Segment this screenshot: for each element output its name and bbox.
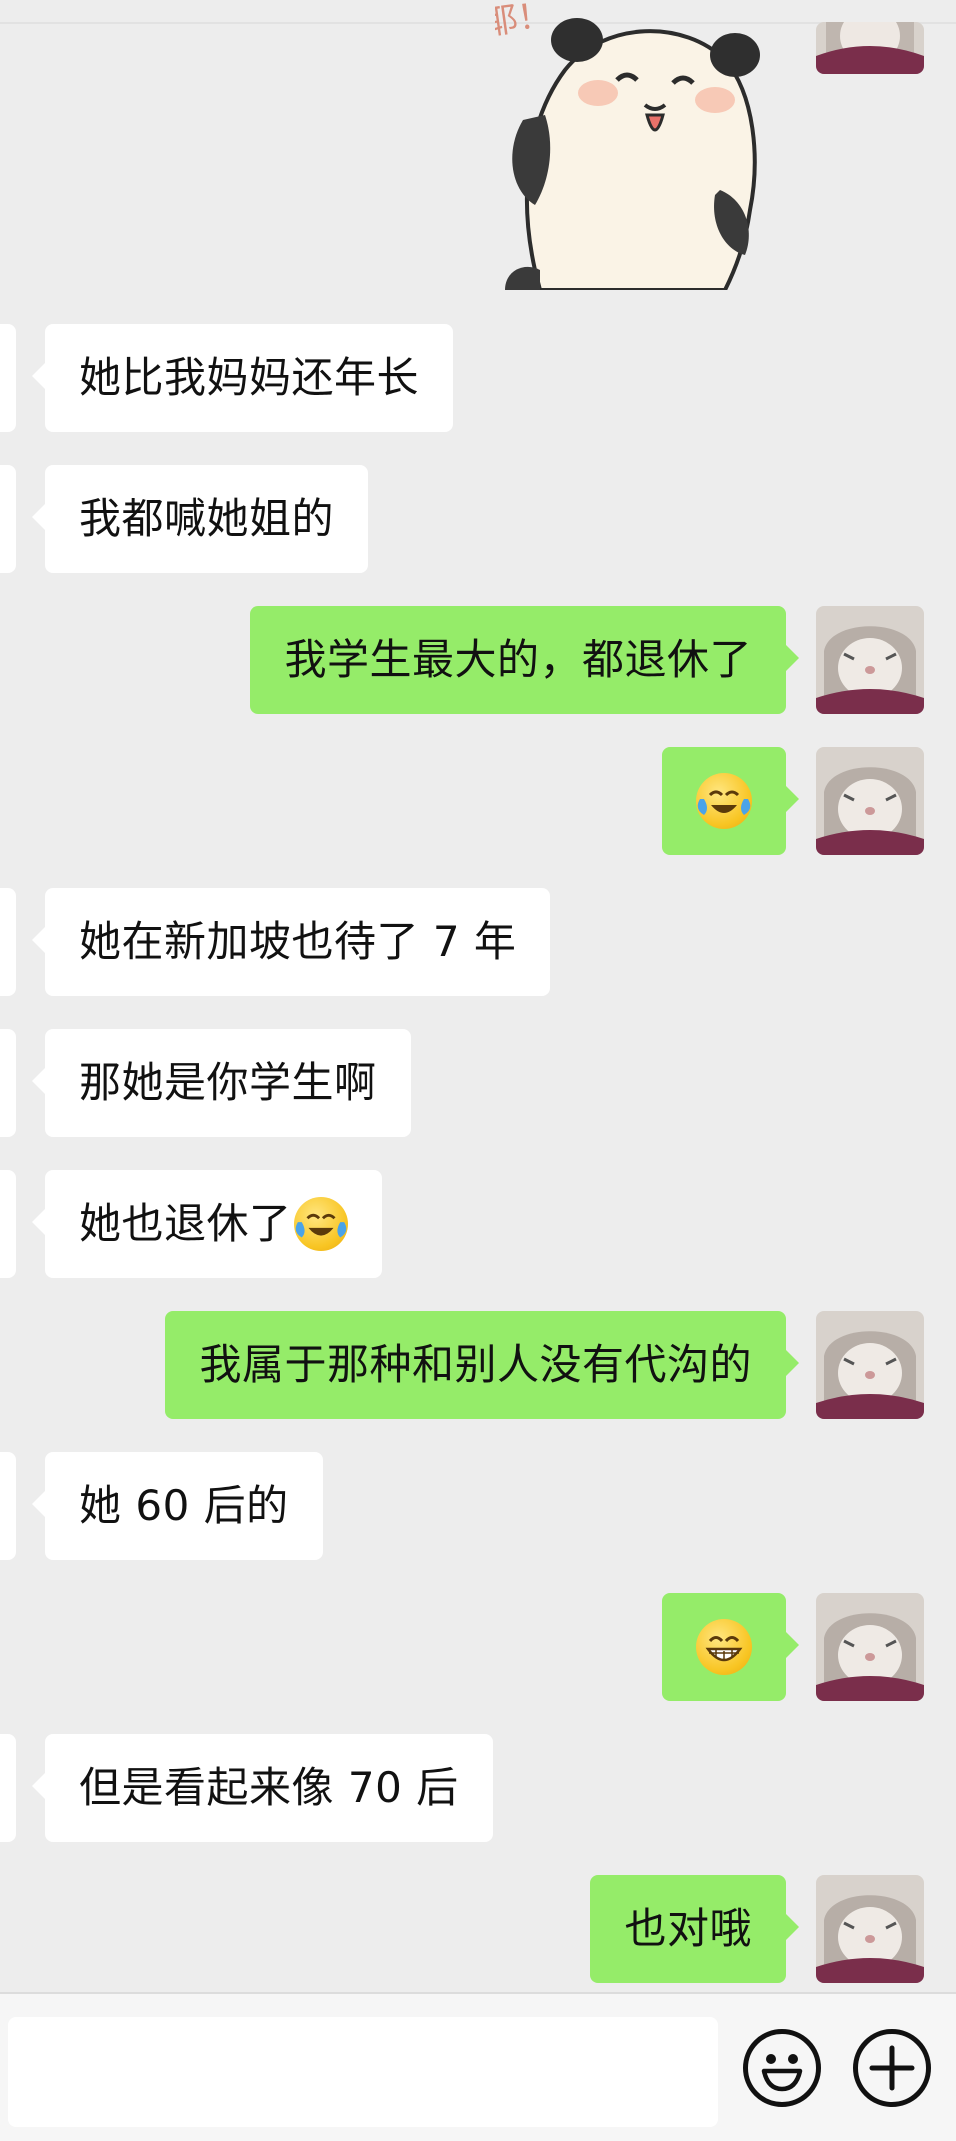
smiley-face-icon — [761, 2054, 803, 2092]
my-avatar[interactable] — [816, 22, 924, 74]
cat-avatar-icon — [816, 1593, 924, 1701]
cat-avatar-icon — [816, 1875, 924, 1983]
grinning-emoji-icon — [696, 1618, 752, 1675]
more-button[interactable] — [853, 2029, 931, 2107]
my-avatar[interactable] — [816, 1311, 924, 1419]
top-divider — [0, 22, 956, 24]
contact-avatar[interactable] — [0, 324, 16, 432]
message-input[interactable] — [8, 2017, 718, 2127]
incoming-message-bubble[interactable]: 她也退休了 — [32, 1170, 382, 1278]
outgoing-emoji-bubble[interactable] — [662, 1593, 799, 1701]
outgoing-message-bubble[interactable]: 我学生最大的，都退休了 — [250, 606, 799, 714]
plus-circle-icon — [869, 2045, 915, 2091]
sticker-text: 耶！ — [495, 0, 554, 44]
incoming-message-bubble[interactable]: 但是看起来像 70 后 — [32, 1734, 493, 1842]
cat-avatar-icon — [816, 606, 924, 714]
incoming-message-bubble[interactable]: 那她是你学生啊 — [32, 1029, 411, 1137]
incoming-message-bubble[interactable]: 我都喊她姐的 — [31, 465, 369, 573]
outgoing-message-bubble[interactable]: 我属于那种和别人没有代沟的 — [165, 1311, 799, 1419]
contact-avatar[interactable] — [0, 1452, 16, 1560]
my-avatar[interactable] — [816, 1593, 924, 1701]
cat-avatar-icon — [816, 1311, 924, 1419]
my-avatar[interactable] — [816, 1875, 924, 1983]
my-avatar[interactable] — [816, 747, 924, 855]
incoming-message-bubble[interactable]: 她在新加坡也待了 7 年 — [31, 888, 551, 996]
contact-avatar[interactable] — [0, 465, 16, 573]
panda-sticker-image: 耶！ — [495, 0, 760, 290]
contact-avatar[interactable] — [0, 1029, 16, 1137]
tears-of-joy-emoji-icon — [696, 772, 752, 829]
incoming-message-bubble[interactable]: 她比我妈妈还年长 — [31, 324, 454, 432]
cat-avatar-icon — [816, 747, 924, 855]
contact-avatar[interactable] — [0, 1734, 16, 1842]
outgoing-emoji-bubble[interactable] — [662, 747, 799, 855]
message-input-bar — [0, 1992, 956, 2141]
panda-sticker[interactable]: 耶！ — [495, 0, 785, 290]
my-avatar[interactable] — [816, 606, 924, 714]
contact-avatar[interactable] — [0, 1170, 16, 1278]
chat-area[interactable]: 耶！ 她比我妈妈还年长 我都喊她姐的 我学生最大的，都退休了 她在新加坡也待了 … — [0, 0, 956, 1992]
message-text: 她也退休了 — [79, 1199, 292, 1248]
outgoing-message-bubble[interactable]: 也对哦 — [590, 1875, 799, 1983]
emoji-button[interactable] — [743, 2029, 821, 2107]
contact-avatar[interactable] — [0, 888, 16, 996]
incoming-message-bubble[interactable]: 她 60 后的 — [32, 1452, 323, 1560]
tears-of-joy-emoji-icon — [293, 1196, 348, 1251]
cat-avatar-icon — [816, 22, 924, 74]
